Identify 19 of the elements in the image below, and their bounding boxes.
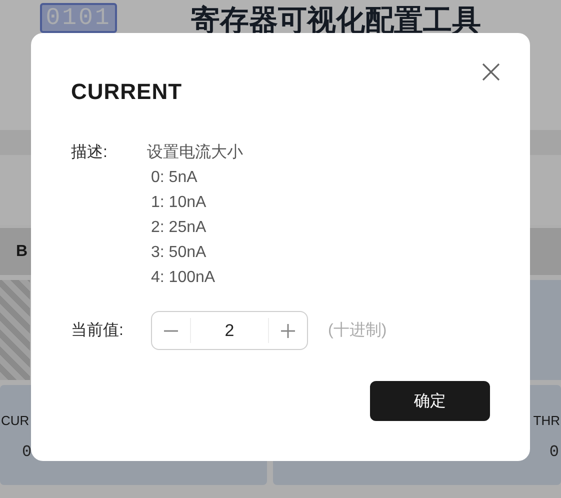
description-line: 3: 50nA: [150, 243, 208, 263]
register-value: 0: [549, 443, 559, 461]
plus-icon: [280, 322, 296, 338]
description-line: 0: 5nA: [150, 168, 198, 188]
app-title: 寄存器可视化配置工具: [191, 4, 481, 39]
description-line: 1: 10nA: [150, 193, 208, 213]
description-line: 设置电流大小: [147, 142, 243, 163]
register-value: 0: [22, 443, 32, 461]
minus-icon: [163, 330, 179, 332]
register-name: THR: [533, 412, 560, 430]
field-label: 描述:: [71, 142, 108, 163]
dialog-title: CURRENT: [71, 78, 184, 106]
radix-note: (十进制): [328, 320, 387, 341]
field-label: 当前值:: [71, 321, 124, 341]
confirm-button[interactable]: 确定: [370, 381, 490, 421]
number-input[interactable]: 2: [190, 318, 269, 343]
number-stepper[interactable]: 2: [151, 311, 308, 350]
close-icon[interactable]: [482, 63, 500, 81]
register-name: CUR: [1, 412, 30, 430]
